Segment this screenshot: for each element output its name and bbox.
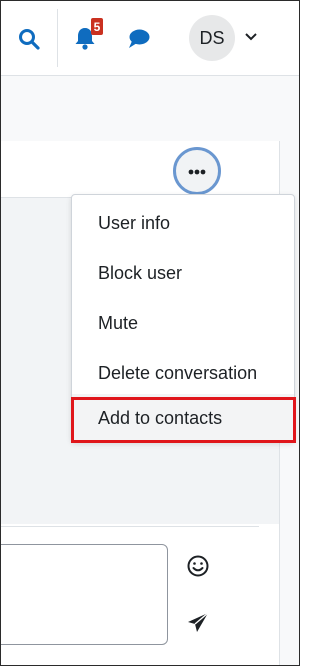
message-input[interactable] [1,544,168,645]
conversation-actions-button[interactable] [173,147,221,195]
chat-bubble-icon[interactable] [125,26,153,52]
conversation-header [1,141,279,198]
menu-item-delete-conversation[interactable]: Delete conversation [72,349,294,397]
chevron-down-icon[interactable] [242,28,260,46]
menu-item-user-info[interactable]: User info [72,199,294,247]
menu-item-block-user[interactable]: Block user [72,249,294,297]
top-navbar: 5 DS [1,1,299,76]
user-avatar[interactable]: DS [189,15,235,61]
search-icon[interactable] [15,25,43,53]
app-frame: 5 DS User info Block user Mute Delete co… [0,0,300,666]
ellipsis-icon [188,168,206,175]
navbar-divider [57,9,58,67]
menu-item-add-to-contacts[interactable]: Add to contacts [72,394,294,442]
paper-plane-icon[interactable] [185,610,211,636]
notification-count-badge: 5 [91,18,103,35]
conversation-actions-menu: User info Block user Mute Delete convers… [71,194,295,442]
smiley-icon[interactable] [185,553,211,579]
menu-item-mute[interactable]: Mute [72,299,294,347]
